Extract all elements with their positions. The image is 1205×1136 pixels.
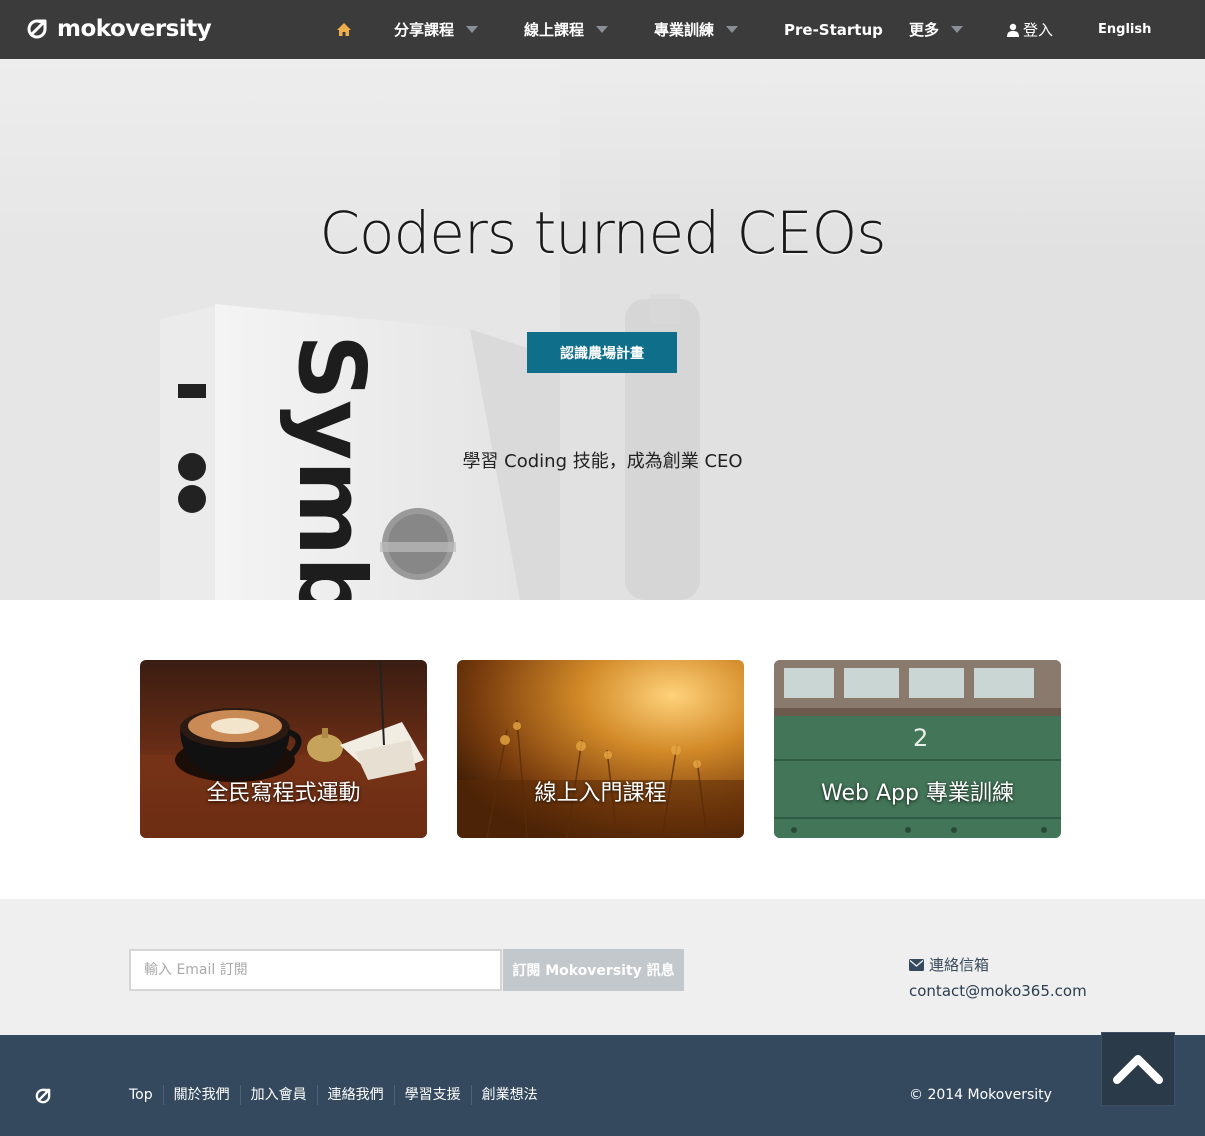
footer-links: Top 關於我們 加入會員 連絡我們 學習支援 創業想法: [129, 1085, 548, 1105]
nav-login[interactable]: 登入: [1007, 0, 1053, 59]
user-icon: [1007, 23, 1019, 37]
card-coding-movement[interactable]: 全民寫程式運動: [140, 660, 427, 838]
footer-link-startup-ideas[interactable]: 創業想法: [470, 1085, 548, 1105]
caret-down-icon: [466, 26, 479, 33]
nav-language-label: English: [1098, 22, 1152, 37]
footer-link-contact[interactable]: 連絡我們: [316, 1085, 394, 1105]
golden-field-image: [457, 660, 744, 838]
card-web-app-training[interactable]: 2 Web App 專業訓練: [774, 660, 1061, 838]
nav-share-courses-label: 分享課程: [394, 21, 455, 39]
card-online-intro-courses[interactable]: 線上入門課程: [457, 660, 744, 838]
caret-down-icon: [726, 26, 739, 33]
contact-email-link[interactable]: contact@moko365.com: [909, 982, 1087, 1000]
nav-pre-startup[interactable]: Pre-Startup: [784, 0, 883, 59]
nav-share-courses[interactable]: 分享課程: [394, 0, 479, 59]
caret-down-icon: [951, 26, 964, 33]
hero-background-photo: Symb: [0, 59, 1205, 600]
contact-label: 連絡信箱: [909, 954, 989, 975]
footer-link-top[interactable]: Top: [129, 1085, 163, 1105]
coffee-cup-image: [140, 660, 427, 838]
hero-subtitle: 學習 Coding 技能，成為創業 CEO: [462, 451, 743, 472]
email-subscribe-input[interactable]: [129, 949, 502, 991]
home-icon: [337, 22, 351, 36]
brand-name: mokoversity: [57, 16, 212, 42]
nav-more-label: 更多: [909, 21, 940, 39]
top-navbar: mokoversity 分享課程 線上課程 專業訓練 Pre-Startup 更…: [0, 0, 1205, 59]
nav-professional-training-label: 專業訓練: [654, 21, 715, 39]
card-online-intro-courses-label: 線上入門課程: [534, 781, 667, 806]
nav-online-courses[interactable]: 線上課程: [524, 0, 609, 59]
chevron-up-icon: [1113, 1055, 1163, 1084]
nav-professional-training[interactable]: 專業訓練: [654, 0, 739, 59]
feature-cards-section: 全民寫程式運動 線上入門課程 2 Web App 專業訓練: [0, 600, 1205, 899]
nav-home[interactable]: [336, 0, 352, 59]
back-to-top-button[interactable]: [1101, 1032, 1175, 1106]
nav-online-courses-label: 線上課程: [524, 21, 585, 39]
subscribe-section: 訂閱 Mokoversity 訊息 連絡信箱 contact@moko365.c…: [0, 899, 1205, 1035]
hero-banner: Symb Coders turned CEOs 認識農場計畫 學習 Coding…: [0, 59, 1205, 600]
footer-link-about[interactable]: 關於我們: [162, 1085, 240, 1105]
brand-logo-link[interactable]: mokoversity: [24, 14, 212, 44]
footer-link-support[interactable]: 學習支援: [393, 1085, 471, 1105]
hero-title: Coders turned CEOs: [319, 199, 886, 267]
green-train-car-image: 2: [774, 660, 1061, 838]
farm-program-button[interactable]: 認識農場計畫: [527, 332, 677, 373]
footer: Top 關於我們 加入會員 連絡我們 學習支援 創業想法 © 2014 Moko…: [0, 1035, 1205, 1136]
mokoversity-logo-icon[interactable]: [33, 1086, 53, 1106]
copyright: © 2014 Mokoversity: [909, 1087, 1052, 1103]
mokoversity-logo-icon: [27, 19, 47, 39]
nav-pre-startup-label: Pre-Startup: [784, 20, 883, 39]
nav-more[interactable]: 更多: [909, 0, 964, 59]
nav-login-label: 登入: [1023, 21, 1054, 39]
envelope-icon: [909, 958, 924, 971]
card-web-app-training-label: Web App 專業訓練: [821, 781, 1014, 806]
svg-text:2: 2: [913, 724, 928, 752]
nav-language-english[interactable]: English: [1098, 0, 1151, 59]
contact-label-text: 連絡信箱: [929, 956, 990, 974]
subscribe-button[interactable]: 訂閱 Mokoversity 訊息: [503, 949, 684, 991]
caret-down-icon: [596, 26, 609, 33]
card-coding-movement-label: 全民寫程式運動: [206, 781, 361, 806]
footer-link-join[interactable]: 加入會員: [239, 1085, 317, 1105]
